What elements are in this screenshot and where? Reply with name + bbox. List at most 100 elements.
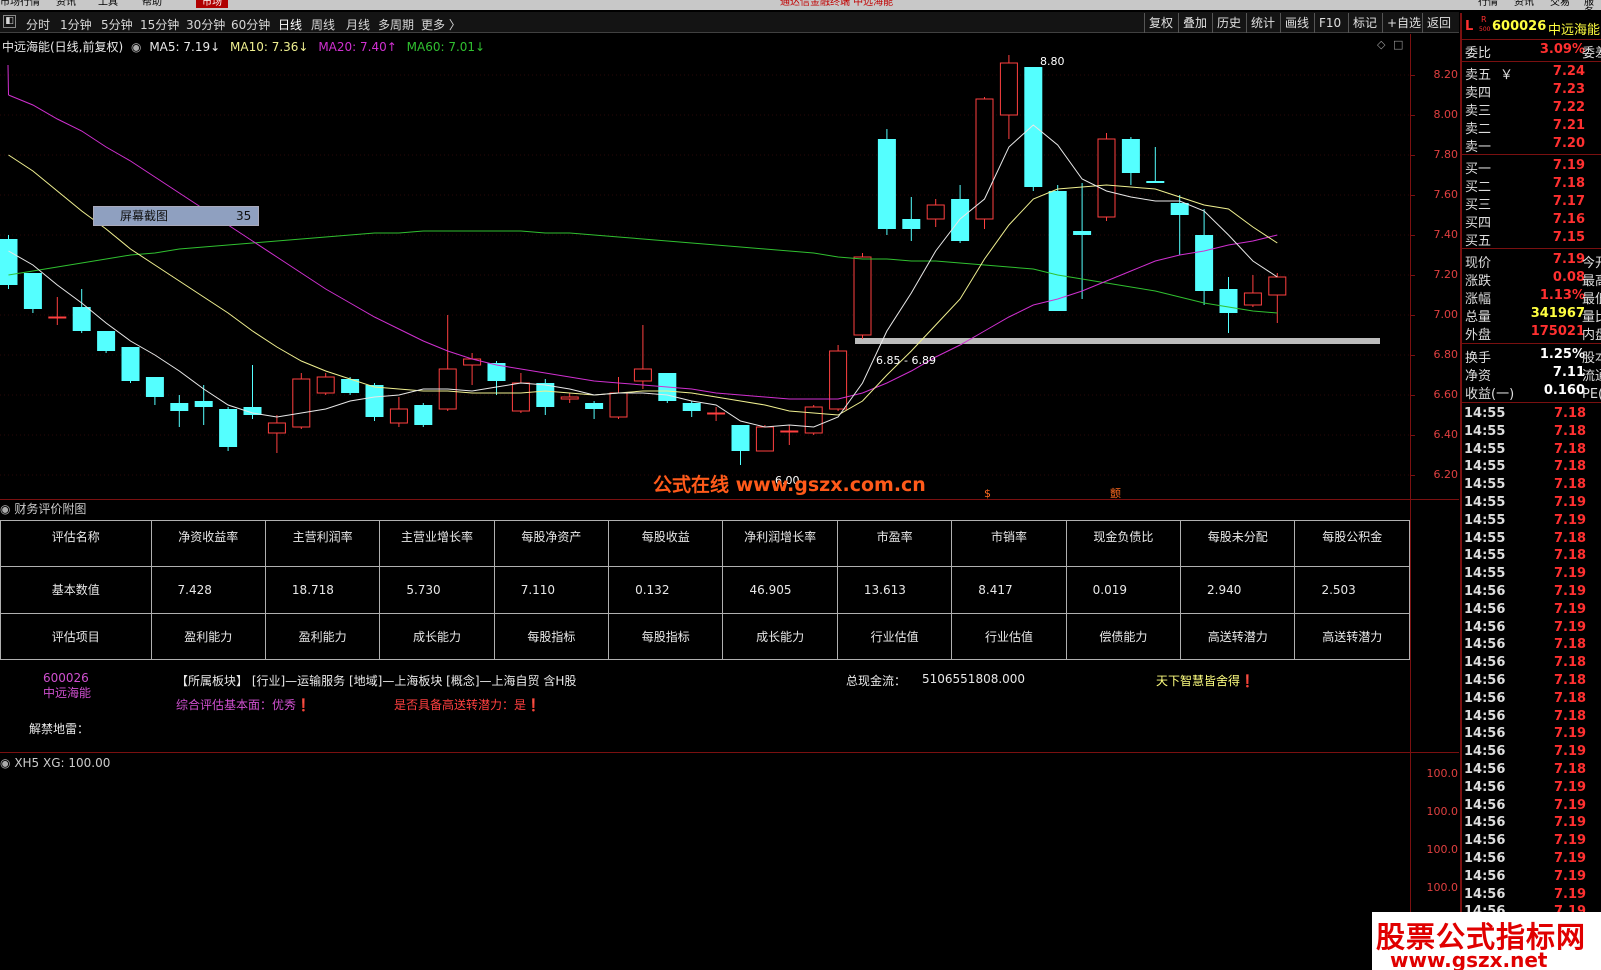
candle-up	[926, 204, 945, 220]
period-item[interactable]: 5分钟	[101, 16, 133, 33]
sell-order-row[interactable]: 卖二 7.21	[1464, 118, 1601, 137]
candle-down	[682, 403, 701, 411]
sell-order-row[interactable]: 卖一 7.20	[1464, 136, 1601, 155]
tick-row: 14:55 7.18	[1464, 406, 1601, 424]
tick-row: 14:55 7.18	[1464, 424, 1601, 442]
panel-toggle-icon[interactable]: ◧	[3, 15, 16, 28]
period-item[interactable]: 15分钟	[140, 16, 179, 33]
tick-row: 14:55 7.18	[1464, 477, 1601, 495]
kline-chart[interactable]	[0, 34, 1459, 500]
screenshot-label-box[interactable]: 屏幕截图 35	[93, 206, 259, 226]
stock-header: L R 500 600026 中远海能	[1464, 15, 1601, 38]
divider	[1462, 402, 1601, 403]
buy-order-row[interactable]: 买二 7.18	[1464, 176, 1601, 195]
quote-row[interactable]: 涨跌 0.08最高	[1464, 270, 1601, 289]
period-item[interactable]: 周线	[311, 16, 335, 33]
buy-order-row[interactable]: 买一 7.19	[1464, 158, 1601, 177]
table-header: 主营业增长率	[379, 519, 495, 568]
menu-item-help[interactable]: 帮助	[142, 0, 162, 8]
right-tab-trade[interactable]: 交易	[1550, 0, 1570, 8]
buy-order-row[interactable]: 买五 7.15	[1464, 230, 1601, 249]
period-item[interactable]: 多周期	[378, 16, 414, 33]
buy-order-row[interactable]: 买三 7.17	[1464, 194, 1601, 213]
candle-down	[536, 383, 555, 407]
back-button[interactable]: 返回	[1422, 13, 1455, 33]
table-header: 现金负债比	[1065, 519, 1182, 568]
tick-price: 7.19	[1554, 601, 1587, 617]
candle-down	[219, 409, 238, 447]
stats-button[interactable]: 统计	[1246, 13, 1279, 33]
period-item[interactable]: 分时	[26, 16, 50, 33]
high-transfer-potential: 是否具备高送转潜力：是❗	[394, 698, 541, 712]
menu-item-tools[interactable]: 工具	[98, 0, 118, 8]
candle-up	[292, 378, 311, 428]
menu-item-news[interactable]: 资讯	[56, 0, 76, 8]
tick-time: 14:55	[1464, 441, 1506, 457]
quote-row[interactable]: 净资 7.11流通	[1464, 365, 1601, 384]
tick-row: 14:56 7.18	[1464, 655, 1601, 673]
tick-price: 7.18	[1554, 637, 1587, 653]
label: 涨幅	[1465, 292, 1492, 307]
cash-flow-value: 5106551808.000	[922, 672, 1026, 686]
tick-price: 7.18	[1554, 459, 1587, 475]
overall-evaluation: 综合评估基本面：优秀❗	[176, 698, 311, 712]
divider	[1462, 343, 1601, 344]
restore-rights-button[interactable]: 复权	[1144, 13, 1177, 33]
candle-down	[1048, 191, 1067, 311]
kline-svg	[0, 55, 1410, 476]
period-item[interactable]: 60分钟	[231, 16, 270, 33]
stock-name: 中远海能	[1548, 23, 1601, 38]
draw-line-button[interactable]: 画线	[1280, 13, 1313, 33]
tick-row: 14:56 7.18	[1464, 673, 1601, 691]
tick-time: 14:56	[1464, 744, 1506, 760]
extra: 量比	[1582, 310, 1601, 325]
quote-row[interactable]: 收益(一) 0.160PE(动)	[1464, 383, 1601, 402]
period-item-more[interactable]: 更多 〉	[421, 16, 461, 33]
period-item[interactable]: 1分钟	[60, 16, 92, 33]
trading-terminal: 市场行情 资讯 工具 帮助 市场 通达信金融终端 中远海能 行情 资讯 交易 服…	[0, 0, 1601, 970]
table-cell: 基本数值	[0, 566, 152, 614]
tick-time: 14:55	[1464, 459, 1506, 475]
table-cell: 每股指标	[608, 612, 724, 661]
tick-price: 7.19	[1554, 619, 1587, 635]
table-cell: 高送转潜力	[1294, 612, 1410, 661]
sell-order-row[interactable]: 卖五 7.24 ￥	[1464, 64, 1601, 83]
buy-order-row[interactable]: 买四 7.16	[1464, 212, 1601, 231]
active-market-tab[interactable]: 市场	[196, 0, 228, 8]
right-tab-quote[interactable]: 行情	[1478, 0, 1498, 8]
candle-down	[731, 425, 750, 451]
tick-time: 14:55	[1464, 423, 1506, 439]
divider	[1462, 61, 1601, 62]
quote-row[interactable]: 换手 1.25%股本	[1464, 347, 1601, 366]
candle-down	[1024, 67, 1043, 187]
tick-time: 14:56	[1464, 637, 1506, 653]
sell-order-row[interactable]: 卖四 7.23	[1464, 82, 1601, 101]
tick-price: 7.19	[1554, 797, 1587, 813]
mark-button[interactable]: 标记	[1348, 13, 1381, 33]
value: 7.23	[1552, 82, 1585, 97]
candle-down	[0, 239, 18, 285]
menu-item-market[interactable]: 市场行情	[0, 0, 40, 8]
table-cell: 0.132	[608, 566, 724, 614]
collapse-icon[interactable]: ◉	[0, 502, 10, 516]
quote-row[interactable]: 总量 341967量比	[1464, 306, 1601, 325]
sell-order-row[interactable]: 卖三 7.22	[1464, 100, 1601, 119]
table-cell: 成长能力	[722, 612, 838, 661]
label: 买二	[1465, 180, 1492, 195]
quote-row[interactable]: 涨幅 1.13%最低	[1464, 288, 1601, 307]
value: 341967	[1530, 306, 1585, 321]
history-button[interactable]: 历史	[1212, 13, 1245, 33]
table-cell: 高送转潜力	[1180, 612, 1296, 661]
tick-row: 14:55 7.18	[1464, 442, 1601, 460]
period-item[interactable]: 30分钟	[186, 16, 225, 33]
period-item-active[interactable]: 日线	[278, 16, 302, 33]
right-tab-service[interactable]: 服务	[1584, 0, 1601, 10]
right-tab-news[interactable]: 资讯	[1514, 0, 1534, 8]
f10-button[interactable]: F10	[1314, 13, 1345, 33]
period-item[interactable]: 月线	[346, 16, 370, 33]
quote-row[interactable]: 现价 7.19今开	[1464, 252, 1601, 271]
collapse-icon[interactable]: ◉	[0, 756, 10, 770]
quote-row[interactable]: 外盘 175021内盘	[1464, 324, 1601, 343]
overlay-button[interactable]: 叠加	[1178, 13, 1211, 33]
add-watchlist-button[interactable]: +自选	[1382, 13, 1425, 33]
